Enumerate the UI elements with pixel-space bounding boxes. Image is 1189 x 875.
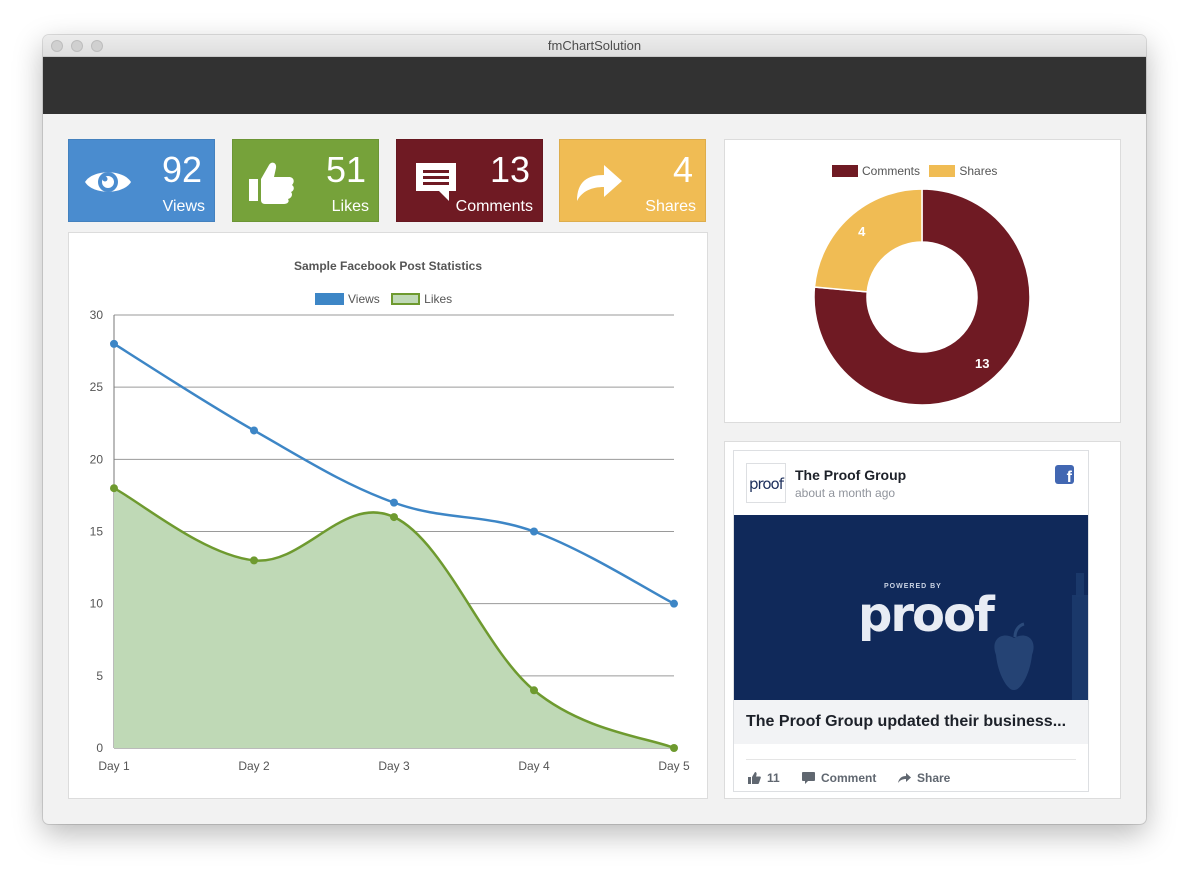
data-point-views[interactable] — [670, 599, 678, 608]
y-tick-label: 25 — [90, 380, 104, 394]
page-name[interactable]: The Proof Group — [795, 467, 906, 483]
data-point-views[interactable] — [530, 527, 538, 536]
likes-label: Likes — [331, 198, 369, 215]
x-tick-label: Day 5 — [658, 759, 690, 773]
likes-tile[interactable]: 51 Likes — [232, 139, 379, 222]
eye-icon — [85, 172, 131, 192]
y-tick-label: 5 — [96, 669, 103, 683]
y-tick-label: 10 — [90, 597, 104, 611]
data-point-views[interactable] — [390, 498, 398, 507]
share-icon — [898, 773, 911, 783]
zoom-window-button[interactable] — [91, 40, 103, 52]
views-label: Views — [162, 198, 205, 215]
close-window-button[interactable] — [51, 40, 63, 52]
share-button[interactable]: Share — [898, 771, 950, 785]
like-button[interactable]: 11 — [748, 771, 780, 785]
data-point-likes[interactable] — [530, 686, 538, 695]
data-point-views[interactable] — [250, 426, 258, 435]
comments-count: 13 — [489, 149, 530, 190]
x-tick-label: Day 3 — [378, 759, 410, 773]
app-window: fmChartSolution 92 Views 51 Likes 13 Com… — [43, 35, 1146, 824]
window-title: fmChartSolution — [547, 38, 642, 53]
line-chart: 0 5 10 15 20 25 30 Day 1 Day 2 Day 3 Day 4 Day 5 — [90, 308, 690, 773]
data-point-likes[interactable] — [390, 513, 398, 522]
share-label: Share — [917, 771, 951, 785]
x-tick-label: Day 2 — [238, 759, 270, 773]
series-area-likes — [114, 488, 674, 748]
title-bar: fmChartSolution — [43, 35, 1146, 57]
views-tile[interactable]: 92 Views — [68, 139, 215, 222]
comment-icon — [416, 163, 456, 201]
post-image[interactable]: POWERED BY proof — [734, 515, 1088, 700]
shares-tile[interactable]: 4 Shares — [559, 139, 706, 222]
data-point-views[interactable] — [110, 339, 118, 348]
comment-label: Comment — [821, 771, 877, 785]
shares-label: Shares — [645, 198, 696, 215]
y-tick-label: 20 — [90, 452, 104, 466]
x-tick-label: Day 4 — [518, 759, 550, 773]
comments-tile[interactable]: 13 Comments — [396, 139, 543, 222]
facebook-glyph: f — [1066, 469, 1072, 486]
x-tick-label: Day 1 — [98, 759, 130, 773]
y-tick-label: 0 — [96, 741, 103, 755]
toolbar — [43, 57, 1146, 114]
data-point-likes[interactable] — [250, 556, 258, 565]
facebook-post-card: proof The Proof Group about a month ago … — [733, 450, 1089, 792]
proof-logo-text: proof — [858, 587, 995, 643]
comments-label: Comments — [455, 198, 533, 215]
data-point-likes[interactable] — [670, 744, 678, 752]
post-time[interactable]: about a month ago — [795, 486, 895, 500]
y-tick-label: 15 — [90, 525, 104, 539]
likes-count: 51 — [325, 149, 366, 190]
y-tick-label: 30 — [90, 308, 104, 322]
slice-value-label: 13 — [975, 356, 989, 371]
facebook-post-panel: proof The Proof Group about a month ago … — [724, 441, 1121, 799]
facebook-icon[interactable]: f — [1055, 465, 1074, 486]
comment-button[interactable]: Comment — [802, 771, 876, 785]
thumbs-up-icon — [249, 162, 294, 204]
views-count: 92 — [161, 149, 202, 190]
share-arrow-icon — [577, 165, 622, 201]
line-chart-panel: Sample Facebook Post Statistics Views Li… — [68, 232, 708, 799]
page-avatar[interactable]: proof — [746, 463, 786, 503]
slice-value-label: 4 — [858, 224, 866, 239]
minimize-window-button[interactable] — [71, 40, 83, 52]
post-caption[interactable]: The Proof Group updated their business..… — [734, 700, 1088, 744]
action-divider — [746, 759, 1076, 760]
data-point-likes[interactable] — [110, 484, 118, 493]
doughnut-chart-panel: Comments Shares 13 4 — [724, 139, 1121, 423]
comment-bubble-icon — [802, 772, 815, 784]
doughnut-slice-shares[interactable] — [813, 188, 923, 293]
like-count: 11 — [767, 771, 780, 785]
shares-count: 4 — [672, 149, 693, 190]
doughnut-chart: 13 4 — [813, 188, 1031, 406]
like-icon — [748, 772, 761, 784]
